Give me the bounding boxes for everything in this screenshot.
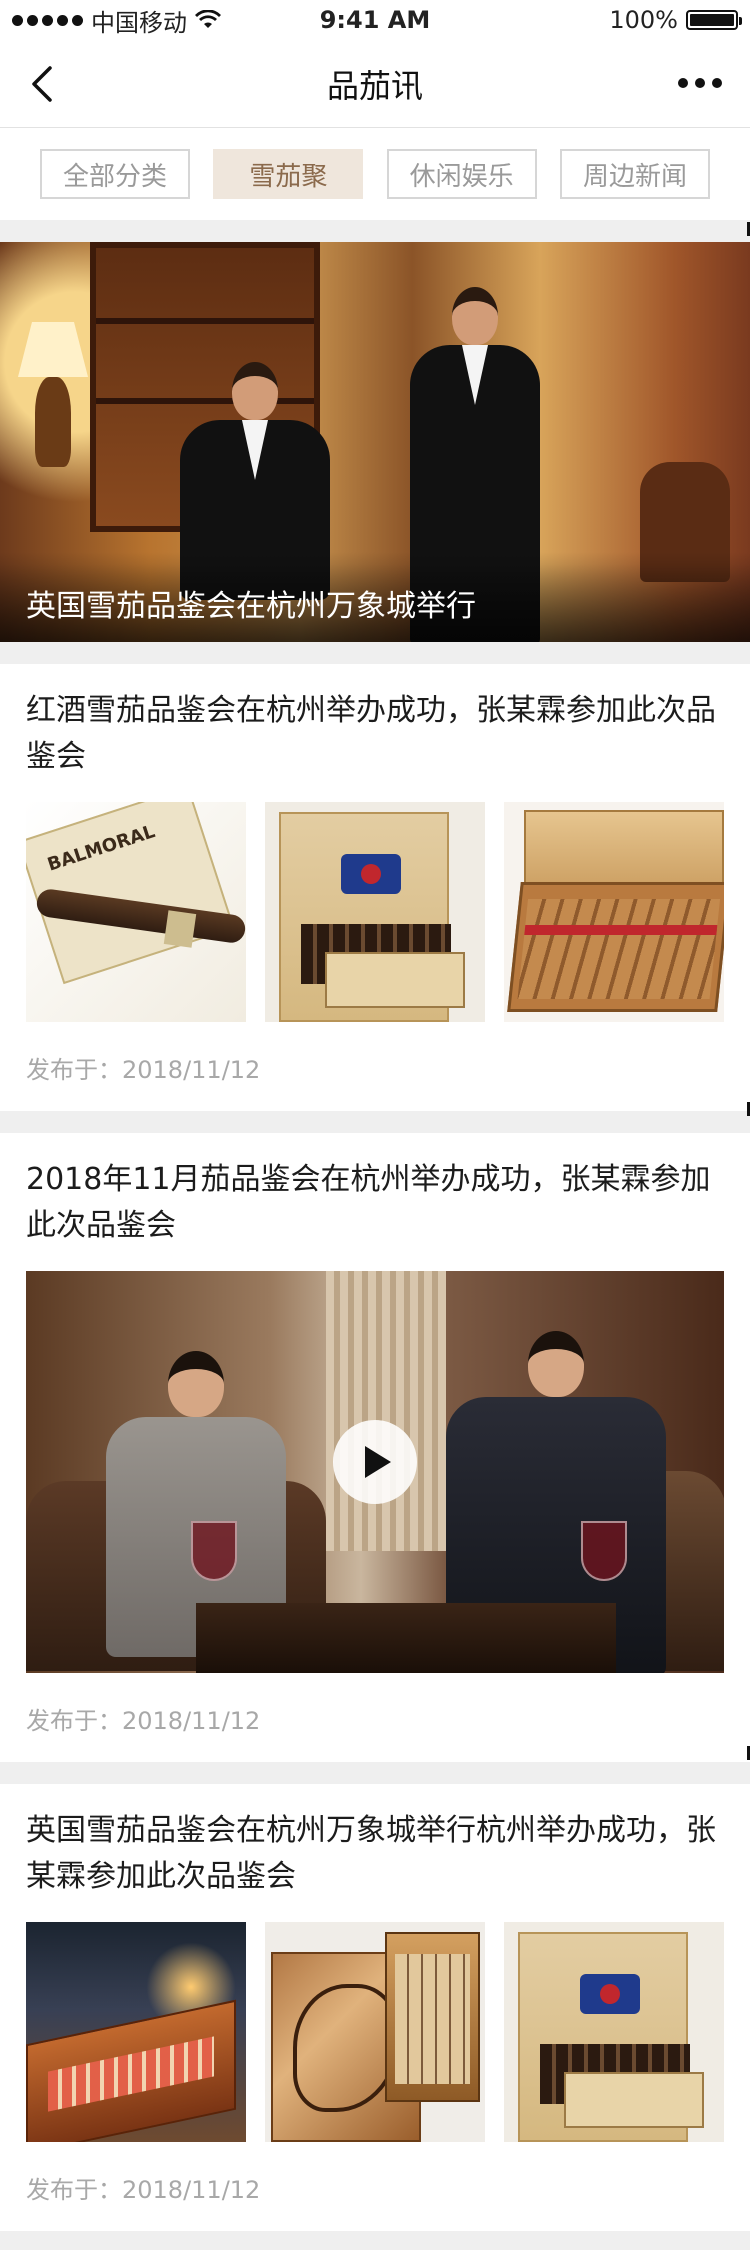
more-horizontal-icon[interactable]: [678, 78, 722, 88]
wine-glass: [191, 1521, 237, 1581]
tab-cigar-gathering[interactable]: 雪茄聚: [213, 149, 364, 199]
article-title: 2018年11月茄品鉴会在杭州举办成功，张某霖参加此次品鉴会: [26, 1162, 711, 1243]
battery-percent: 100%: [609, 6, 678, 34]
battery-icon: [686, 10, 742, 30]
play-icon[interactable]: [333, 1420, 417, 1504]
thumbnail-carved-wood-box[interactable]: [265, 1922, 485, 2142]
tab-all-categories[interactable]: 全部分类: [40, 149, 190, 199]
page: 中国移动 9:41 AM 100% 品茄讯 全部分类 雪茄聚 休闲娱乐 周边新闻: [0, 0, 750, 2250]
article-thumbnails: BALMORAL: [26, 802, 724, 1022]
category-tabs: 全部分类 雪茄聚 休闲娱乐 周边新闻: [0, 128, 750, 220]
status-left: 中国移动: [12, 3, 221, 38]
publish-date: 发布于：2018/11/12: [26, 2176, 261, 2204]
tab-nearby-news[interactable]: 周边新闻: [559, 149, 710, 199]
thumbnail-aroma-de-habana-box[interactable]: [504, 1922, 724, 2142]
thumbnail-balmoral-cigar-box[interactable]: BALMORAL: [26, 802, 246, 1022]
article-card[interactable]: 红酒雪茄品鉴会在杭州举办成功，张某霖参加此次品鉴会 BALMORAL 发布于：2…: [0, 664, 750, 1111]
nav-bar: 品茄讯: [0, 40, 750, 128]
article-title: 英国雪茄品鉴会在杭州万象城举行杭州举办成功，张某霖参加此次品鉴会: [26, 1813, 716, 1894]
signal-dots-icon: [12, 14, 83, 26]
carrier-label: 中国移动: [91, 8, 187, 37]
thumbnail-carrillo-cigar-box[interactable]: [504, 802, 724, 1022]
wifi-icon: [195, 10, 221, 28]
page-title: 品茄讯: [326, 66, 423, 105]
article-thumbnails: [26, 1922, 724, 2142]
hero-banner[interactable]: 英国雪茄品鉴会在杭州万象城举行: [0, 242, 750, 642]
publish-date: 发布于：2018/11/12: [26, 1056, 261, 1084]
tab-leisure[interactable]: 休闲娱乐: [386, 149, 537, 199]
wine-glass: [581, 1521, 627, 1581]
thumbnail-aroma-de-habana-box[interactable]: [265, 802, 485, 1022]
status-bar: 中国移动 9:41 AM 100%: [0, 0, 750, 40]
hero-caption: 英国雪茄品鉴会在杭州万象城举行: [0, 564, 750, 642]
article-video[interactable]: [26, 1271, 724, 1673]
article-title: 红酒雪茄品鉴会在杭州举办成功，张某霖参加此次品鉴会: [26, 693, 716, 774]
hero-lamp: [18, 322, 88, 482]
article-card[interactable]: 2018年11月茄品鉴会在杭州举办成功，张某霖参加此次品鉴会 发布于：2018/…: [0, 1133, 750, 1762]
status-right: 100%: [609, 6, 742, 34]
battery-fill: [690, 14, 734, 26]
article-card[interactable]: 英国雪茄品鉴会在杭州万象城举行杭州举办成功，张某霖参加此次品鉴会 发布于：201…: [0, 1784, 750, 2231]
chevron-left-icon[interactable]: [24, 64, 64, 104]
thumbnail-humidor-city[interactable]: [26, 1922, 246, 2142]
publish-date: 发布于：2018/11/12: [26, 1707, 261, 1735]
